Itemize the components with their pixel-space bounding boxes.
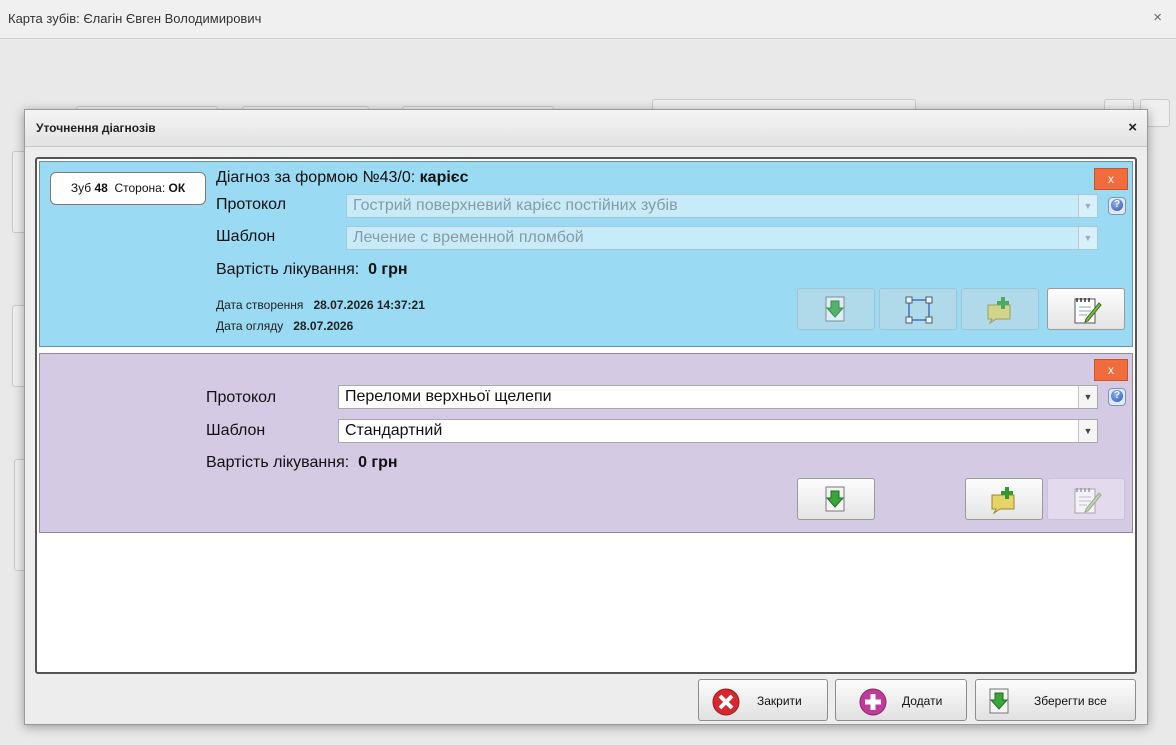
help-icon[interactable]: ? [1108,388,1126,406]
protocol-select[interactable]: Переломи верхньої щелепи ▼ [338,385,1098,409]
add-comment-icon [991,487,1015,515]
selection-icon [905,296,933,324]
select-area-button[interactable] [879,288,957,330]
window-title: Карта зубів: Єлагін Євген Володимирович [8,11,262,26]
add-circle-icon [859,688,887,716]
protocol-select[interactable]: Гострий поверхневий карієс постійних зуб… [346,194,1098,218]
window-close-icon[interactable]: × [1153,9,1162,26]
close-circle-icon [712,688,740,716]
template-label: Шаблон [216,228,276,245]
save-button[interactable] [797,288,875,330]
diagnoses-list: Зуб 48 Сторона: ОК Діагноз за формою №43… [35,157,1137,674]
window-titlebar: Карта зубів: Єлагін Євген Володимирович … [0,0,1176,39]
dialog-close-icon[interactable]: × [1128,119,1137,136]
diagnosis-prefix: Діагноз за формою №43/0: [216,169,416,186]
save-icon [825,486,845,512]
save-all-button[interactable]: Зберегти все [975,679,1136,721]
exam-date: Дата огляду 28.07.2026 [216,319,353,333]
chevron-down-icon: ▼ [1078,227,1097,249]
created-label: Дата створення [216,298,304,312]
dialog-title: Уточнення діагнозів [36,121,156,135]
help-icon[interactable]: ? [1108,197,1126,215]
template-select[interactable]: Лечение с временной пломбой ▼ [346,226,1098,250]
protocol-label: Протокол [206,389,277,406]
cost-label: Вартість лікування: [206,454,350,471]
exam-label: Дата огляду [216,319,284,333]
exam-value: 28.07.2026 [293,319,354,333]
template-select[interactable]: Стандартний ▼ [338,419,1098,443]
refine-diagnoses-dialog: Уточнення діагнозів × Зуб 48 Сторона: ОК… [24,109,1148,725]
cost-value: 0 грн [368,261,408,278]
template-value: Стандартний [345,422,443,439]
tooth-number: 48 [94,181,108,195]
notepad-pencil-icon [1074,488,1102,514]
chevron-down-icon: ▼ [1078,195,1097,217]
cost-value: 0 грн [358,454,398,471]
save-icon [989,688,1009,714]
template-value: Лечение с временной пломбой [353,229,584,246]
template-label: Шаблон [206,422,266,439]
side-label: Сторона: [114,181,166,195]
created-value: 28.07.2026 14:37:21 [313,298,425,312]
save-icon [825,296,845,322]
tooth-info: Зуб 48 Сторона: ОК [50,172,206,205]
diagnosis-card: Зуб 48 Сторона: ОК Діагноз за формою №43… [39,161,1133,347]
cost-label: Вартість лікування: [216,261,360,278]
diagnosis-title: Діагноз за формою №43/0: карієс [216,169,469,187]
notepad-pencil-icon [1074,298,1102,324]
diagnosis-card: x Протокол Переломи верхньої щелепи ▼ ? … [39,353,1133,533]
close-button-label: Закрити [757,694,802,708]
remove-diagnosis-button[interactable]: x [1094,168,1128,190]
chevron-down-icon: ▼ [1078,420,1097,442]
protocol-value: Переломи верхньої щелепи [345,388,552,405]
treatment-cost: Вартість лікування: 0 грн [206,454,398,472]
save-button[interactable] [797,478,875,520]
edit-notes-button[interactable] [1047,288,1125,330]
add-note-button[interactable] [961,288,1039,330]
close-button[interactable]: Закрити [698,679,828,721]
dialog-titlebar: Уточнення діагнозів × [25,110,1147,147]
diagnosis-value: карієс [419,169,469,186]
created-date: Дата створення 28.07.2026 14:37:21 [216,298,425,312]
protocol-value: Гострий поверхневий карієс постійних зуб… [353,197,678,214]
add-comment-icon [987,297,1011,325]
add-button[interactable]: Додати [835,679,967,721]
save-all-button-label: Зберегти все [1034,694,1107,708]
side-value: ОК [168,181,186,195]
edit-notes-button[interactable] [1047,478,1125,520]
chevron-down-icon: ▼ [1078,386,1097,408]
add-note-button[interactable] [965,478,1043,520]
remove-diagnosis-button[interactable]: x [1094,359,1128,381]
tooth-label: Зуб [70,181,92,195]
treatment-cost: Вартість лікування: 0 грн [216,261,408,279]
protocol-label: Протокол [216,196,287,213]
add-button-label: Додати [902,694,943,708]
